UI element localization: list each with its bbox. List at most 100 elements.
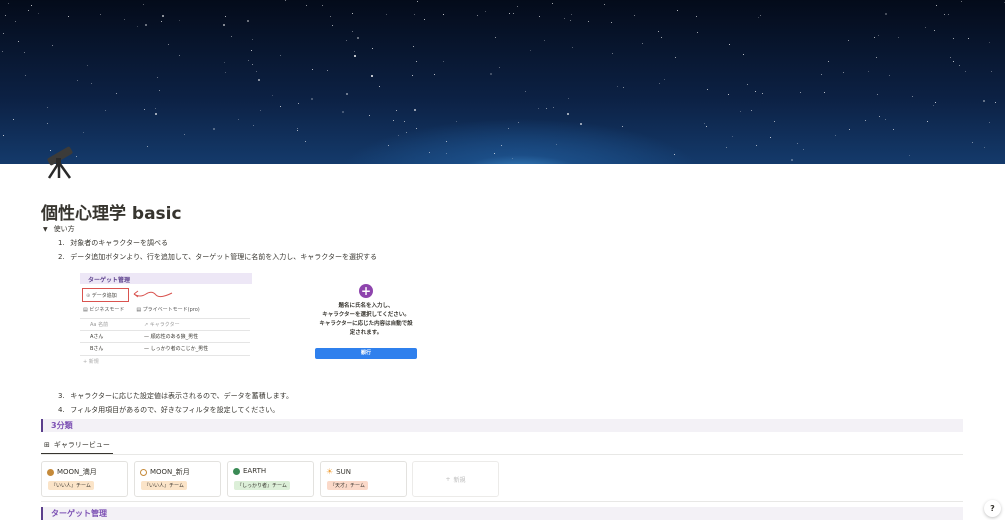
star	[958, 64, 960, 66]
row-character-label: しっかり者のこじか_男性	[150, 346, 209, 352]
row-character-label: 順応性のある狼_男性	[150, 334, 199, 340]
instruction-line: 定されます。	[349, 330, 383, 336]
star	[884, 119, 886, 121]
help-button[interactable]: ?	[984, 500, 1001, 517]
table-header: Aa 名前 ↗ キャラクター	[80, 318, 250, 330]
section-heading-3-categories: 3分類	[41, 419, 963, 432]
star	[37, 13, 39, 15]
star	[740, 110, 742, 112]
list-item: 1. 対象者のキャラクターを調べる	[58, 238, 168, 248]
tab-gallery-view[interactable]: ⊞ ギャラリービュー	[41, 437, 113, 454]
star	[878, 34, 880, 36]
star	[849, 129, 851, 131]
star	[369, 115, 371, 117]
star	[476, 14, 478, 16]
star	[971, 141, 973, 143]
card-title-text: SUN	[336, 467, 351, 476]
star	[932, 105, 934, 107]
star	[965, 70, 967, 72]
card-title-text: MOON_新月	[150, 468, 190, 476]
star	[86, 64, 88, 66]
star	[622, 126, 624, 128]
star	[885, 13, 888, 16]
star	[455, 121, 457, 123]
star	[305, 141, 307, 143]
star	[251, 38, 253, 40]
star	[144, 23, 147, 26]
star	[345, 92, 348, 95]
star	[351, 12, 353, 14]
star	[847, 40, 849, 42]
screenshot-instruction: 題名に氏名を入力し、 キャラクターを選択してください。 キャラクターに応じた内容…	[310, 282, 422, 364]
gallery-card-earth[interactable]: EARTH 『しっかり者』チーム	[227, 461, 314, 497]
tab-private-label: プライベートモード(pro)	[142, 307, 200, 313]
data-add-label: データ追加	[91, 293, 117, 299]
star	[994, 101, 996, 103]
new-card-button[interactable]: + 新規	[412, 461, 499, 497]
star	[927, 120, 929, 122]
list-text: 対象者のキャラクターを調べる	[70, 239, 168, 247]
card-title: ☀ SUN	[326, 467, 351, 476]
star	[246, 19, 249, 22]
star	[912, 95, 914, 97]
usage-toggle[interactable]: ▼ 使い方	[43, 224, 75, 234]
star	[2, 134, 4, 136]
star	[370, 74, 373, 77]
star	[12, 119, 14, 121]
star	[178, 19, 180, 21]
star	[341, 111, 344, 114]
gallery-card-sun[interactable]: ☀ SUN 『天才』チーム	[320, 461, 407, 497]
star	[379, 86, 381, 88]
star	[507, 127, 509, 129]
star	[115, 92, 117, 94]
star	[508, 12, 510, 14]
star	[758, 16, 760, 18]
star	[405, 131, 407, 133]
star	[1003, 2, 1005, 4]
star	[485, 10, 487, 12]
star	[546, 108, 548, 110]
star	[247, 59, 249, 61]
star	[755, 145, 757, 146]
star	[224, 62, 226, 64]
telescope-icon	[47, 146, 73, 179]
star	[876, 93, 878, 95]
star	[184, 134, 186, 136]
star	[154, 108, 156, 110]
star	[952, 61, 954, 63]
star	[511, 158, 513, 160]
star	[556, 144, 558, 146]
star	[179, 55, 181, 57]
star	[538, 15, 540, 17]
star	[773, 120, 775, 122]
star	[124, 18, 126, 20]
gallery-card-moon-new[interactable]: MOON_新月 『いい人』チーム	[134, 461, 221, 497]
star	[949, 57, 951, 59]
table-new-row: + 新規	[80, 355, 250, 367]
toggle-triangle-icon[interactable]: ▼	[43, 226, 48, 233]
view-divider	[41, 454, 963, 455]
star	[298, 102, 300, 104]
star	[707, 89, 709, 91]
star	[412, 75, 414, 77]
star	[386, 13, 388, 15]
gallery-card-moon-full[interactable]: MOON_満月 『いい人』チーム	[41, 461, 128, 497]
star	[412, 45, 414, 47]
star	[746, 84, 748, 86]
star	[393, 120, 395, 122]
star	[934, 29, 935, 31]
list-number: 4.	[58, 406, 65, 414]
cover-image	[0, 0, 1005, 164]
star	[518, 122, 520, 124]
star	[868, 70, 870, 72]
star	[501, 145, 503, 147]
star	[90, 83, 92, 85]
star	[395, 109, 397, 111]
star	[571, 13, 573, 15]
star	[155, 113, 158, 116]
section-heading-target-management: ターゲット管理	[41, 507, 963, 520]
star	[416, 61, 418, 63]
add-icon: ⊕	[86, 293, 91, 299]
card-title-text: MOON_満月	[57, 468, 97, 476]
star	[725, 146, 727, 148]
